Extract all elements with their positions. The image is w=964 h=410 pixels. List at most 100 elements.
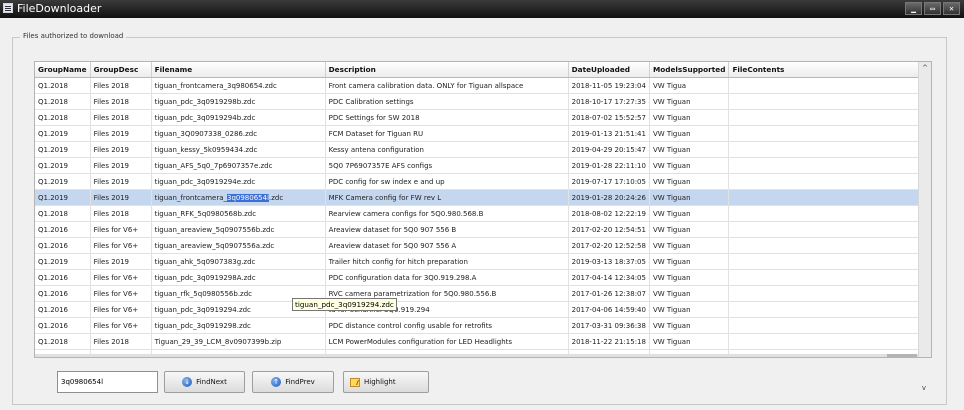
window-title: FileDownloader [17, 2, 102, 15]
scroll-down-icon[interactable]: v [918, 382, 930, 394]
cell-date-uploaded: 2019-03-13 18:37:05 [568, 253, 650, 270]
table-row[interactable]: Q1.2016 Files for V6+ tiguan_pdc_3q0919298… [35, 269, 921, 286]
cell-date-uploaded: 2018-08-02 12:22:19 [568, 205, 650, 222]
cell-file-contents [728, 253, 921, 270]
cell-date-uploaded: 2019-07-17 17:10:05 [568, 173, 650, 190]
column-header-date-uploaded[interactable]: DateUploaded [568, 62, 650, 78]
cell-filename: tiguan_frontcamera_3q980654.zdc [151, 77, 326, 94]
cell-date-uploaded: 2019-01-13 21:51:41 [568, 125, 650, 142]
scroll-up-icon[interactable]: ^ [919, 62, 931, 74]
table-row[interactable]: Q1.2018 Files 2018 tiguan_RFK_5q0980568b.z… [35, 205, 921, 222]
title-bar: FileDownloader ▁ ▭ ✕ [0, 0, 964, 18]
highlight-label: Highlight [364, 378, 396, 386]
cell-filename: tiguan_areaview_5q0907556a.zdc [151, 237, 326, 254]
column-header-group-desc[interactable]: GroupDesc [90, 62, 152, 78]
cell-group-name: Q1.2018 [35, 93, 91, 110]
grid-body: Q1.2018 Files 2018 tiguan_frontcamera_3q98… [35, 77, 921, 357]
cell-models-supported: VW Tiguan [649, 125, 730, 142]
cell-filename: tiguan_ahk_5q0907383g.zdc [151, 253, 326, 270]
cell-date-uploaded: 2017-02-20 12:52:58 [568, 237, 650, 254]
column-header-models-supported[interactable]: ModelsSupported [649, 62, 730, 78]
cell-file-contents [728, 93, 921, 110]
horizontal-scrollbar[interactable] [35, 354, 918, 357]
cell-group-name: Q1.2019 [35, 125, 91, 142]
find-prev-button[interactable]: ↑ FindPrev [252, 371, 334, 393]
table-row[interactable]: Q1.2016 Files for V6+ tiguan_areaview_5q09… [35, 221, 921, 238]
cell-description: FCM Dataset for Tiguan RU [325, 125, 569, 142]
table-row[interactable]: Q1.2019 Files 2019 tiguan_3Q0907338_0286.z… [35, 125, 921, 142]
table-row[interactable]: Q1.2018 Files 2018 tiguan_pdc_3q0919294b.z… [35, 109, 921, 126]
vertical-scrollbar[interactable]: ^ [918, 62, 931, 357]
cell-group-desc: Files for V6+ [90, 285, 152, 302]
cell-models-supported: VW Tiguan [649, 109, 730, 126]
highlight-button[interactable]: Highlight [343, 371, 429, 393]
cell-date-uploaded: 2017-04-06 14:59:40 [568, 301, 650, 318]
cell-models-supported: VW Tiguan [649, 269, 730, 286]
cell-group-desc: Files for V6+ [90, 237, 152, 254]
maximize-button[interactable]: ▭ [924, 2, 941, 15]
cell-file-contents [728, 205, 921, 222]
search-input[interactable] [57, 371, 158, 393]
table-row[interactable]: Q1.2019 Files 2019 tiguan_ahk_5q0907383g.z… [35, 253, 921, 270]
table-row[interactable]: Q1.2019 Files 2019 tiguan_AFS_5q0_7p690735… [35, 157, 921, 174]
close-button[interactable]: ✕ [943, 2, 960, 15]
cell-description: PDC Calibration settings [325, 93, 569, 110]
cell-filename: tiguan_pdc_3q0919298b.zdc [151, 93, 326, 110]
column-header-description[interactable]: Description [325, 62, 569, 78]
cell-group-name: Q1.2016 [35, 237, 91, 254]
table-row[interactable]: Q1.2016 Files for V6+ tiguan_rfk_5q0980556… [35, 285, 921, 302]
cell-models-supported: VW Tiguan [649, 237, 730, 254]
arrow-up-icon: ↑ [271, 377, 282, 387]
cell-date-uploaded: 2017-01-26 12:38:07 [568, 285, 650, 302]
table-row[interactable]: Q1.2019 Files 2019 tiguan_kessy_5k0959434.… [35, 141, 921, 158]
group-legend: Files authorized to download [20, 31, 127, 41]
cell-description: LCM PowerModules configuration for LED H… [325, 333, 569, 350]
table-row[interactable]: Q1.2016 Files for V6+ tiguan_areaview_5q09… [35, 237, 921, 254]
window-controls: ▁ ▭ ✕ [905, 2, 960, 15]
column-header-file-contents[interactable]: FileContents [728, 62, 921, 78]
minimize-button[interactable]: ▁ [905, 2, 922, 15]
cell-group-name: Q1.2016 [35, 301, 91, 318]
cell-file-contents [728, 157, 921, 174]
cell-group-name: Q1.2019 [35, 141, 91, 158]
cell-models-supported: VW Tiguan [649, 157, 730, 174]
table-row[interactable]: Q1.2018 Files 2018 tiguan_frontcamera_3q98… [35, 77, 921, 94]
cell-group-name: Q1.2019 [35, 189, 91, 206]
cell-models-supported: VW Tiguan [649, 285, 730, 302]
find-next-button[interactable]: ↓ FindNext [164, 371, 245, 393]
find-next-label: FindNext [196, 378, 227, 386]
table-row[interactable]: Q1.2018 Files 2018 Tiguan_29_39_LCM_8v0907… [35, 333, 921, 350]
cell-filename: tiguan_RFK_5q0980568b.zdc [151, 205, 326, 222]
cell-models-supported: VW Tiguan [649, 93, 730, 110]
cell-file-contents [728, 301, 921, 318]
filename-part: tiguan_frontcamera_ [154, 193, 227, 202]
table-row[interactable]: Q1.2016 Files for V6+ tiguan_pdc_3q0919294… [35, 301, 921, 318]
cell-file-contents [728, 125, 921, 142]
cell-models-supported: VW Tiguan [649, 317, 730, 334]
filename-part: .zdc [269, 193, 284, 202]
cell-date-uploaded: 2019-01-28 22:11:10 [568, 157, 650, 174]
cell-group-desc: Files for V6+ [90, 221, 152, 238]
cell-group-name: Q1.2018 [35, 77, 91, 94]
column-header-filename[interactable]: Filename [151, 62, 326, 78]
table-row[interactable]: Q1.2019 Files 2019 tiguan_frontcamera_3q09… [35, 189, 921, 206]
column-header-group-name[interactable]: GroupName [35, 62, 91, 78]
table-row[interactable]: Q1.2019 Files 2019 tiguan_pdc_3q0919294e.z… [35, 173, 921, 190]
cell-file-contents [728, 285, 921, 302]
cell-models-supported: VW Tiguan [649, 301, 730, 318]
table-row[interactable]: Q1.2016 Files for V6+ tiguan_pdc_3q0919298… [35, 317, 921, 334]
cell-models-supported: VW Tiguan [649, 221, 730, 238]
filename-tooltip: tiguan_pdc_3q0919294.zdc [292, 298, 397, 311]
horizontal-scroll-thumb[interactable] [887, 354, 917, 357]
files-grid[interactable]: GroupName GroupDesc Filename Description Dat… [34, 61, 932, 358]
header-row: GroupName GroupDesc Filename Description Dat… [35, 62, 921, 78]
cell-models-supported: VW Tigua [649, 77, 730, 94]
cell-description: PDC Settings for SW 2018 [325, 109, 569, 126]
cell-filename: tiguan_pdc_3q0919298A.zdc [151, 269, 326, 286]
cell-date-uploaded: 2019-01-28 20:24:26 [568, 189, 650, 206]
cell-filename: tiguan_pdc_3q0919298.zdc [151, 317, 326, 334]
app-menu-icon[interactable] [3, 3, 13, 13]
files-table: GroupName GroupDesc Filename Description Dat… [35, 62, 921, 357]
table-row[interactable]: Q1.2018 Files 2018 tiguan_pdc_3q0919298b.z… [35, 93, 921, 110]
cell-date-uploaded: 2018-11-05 19:23:04 [568, 77, 650, 94]
